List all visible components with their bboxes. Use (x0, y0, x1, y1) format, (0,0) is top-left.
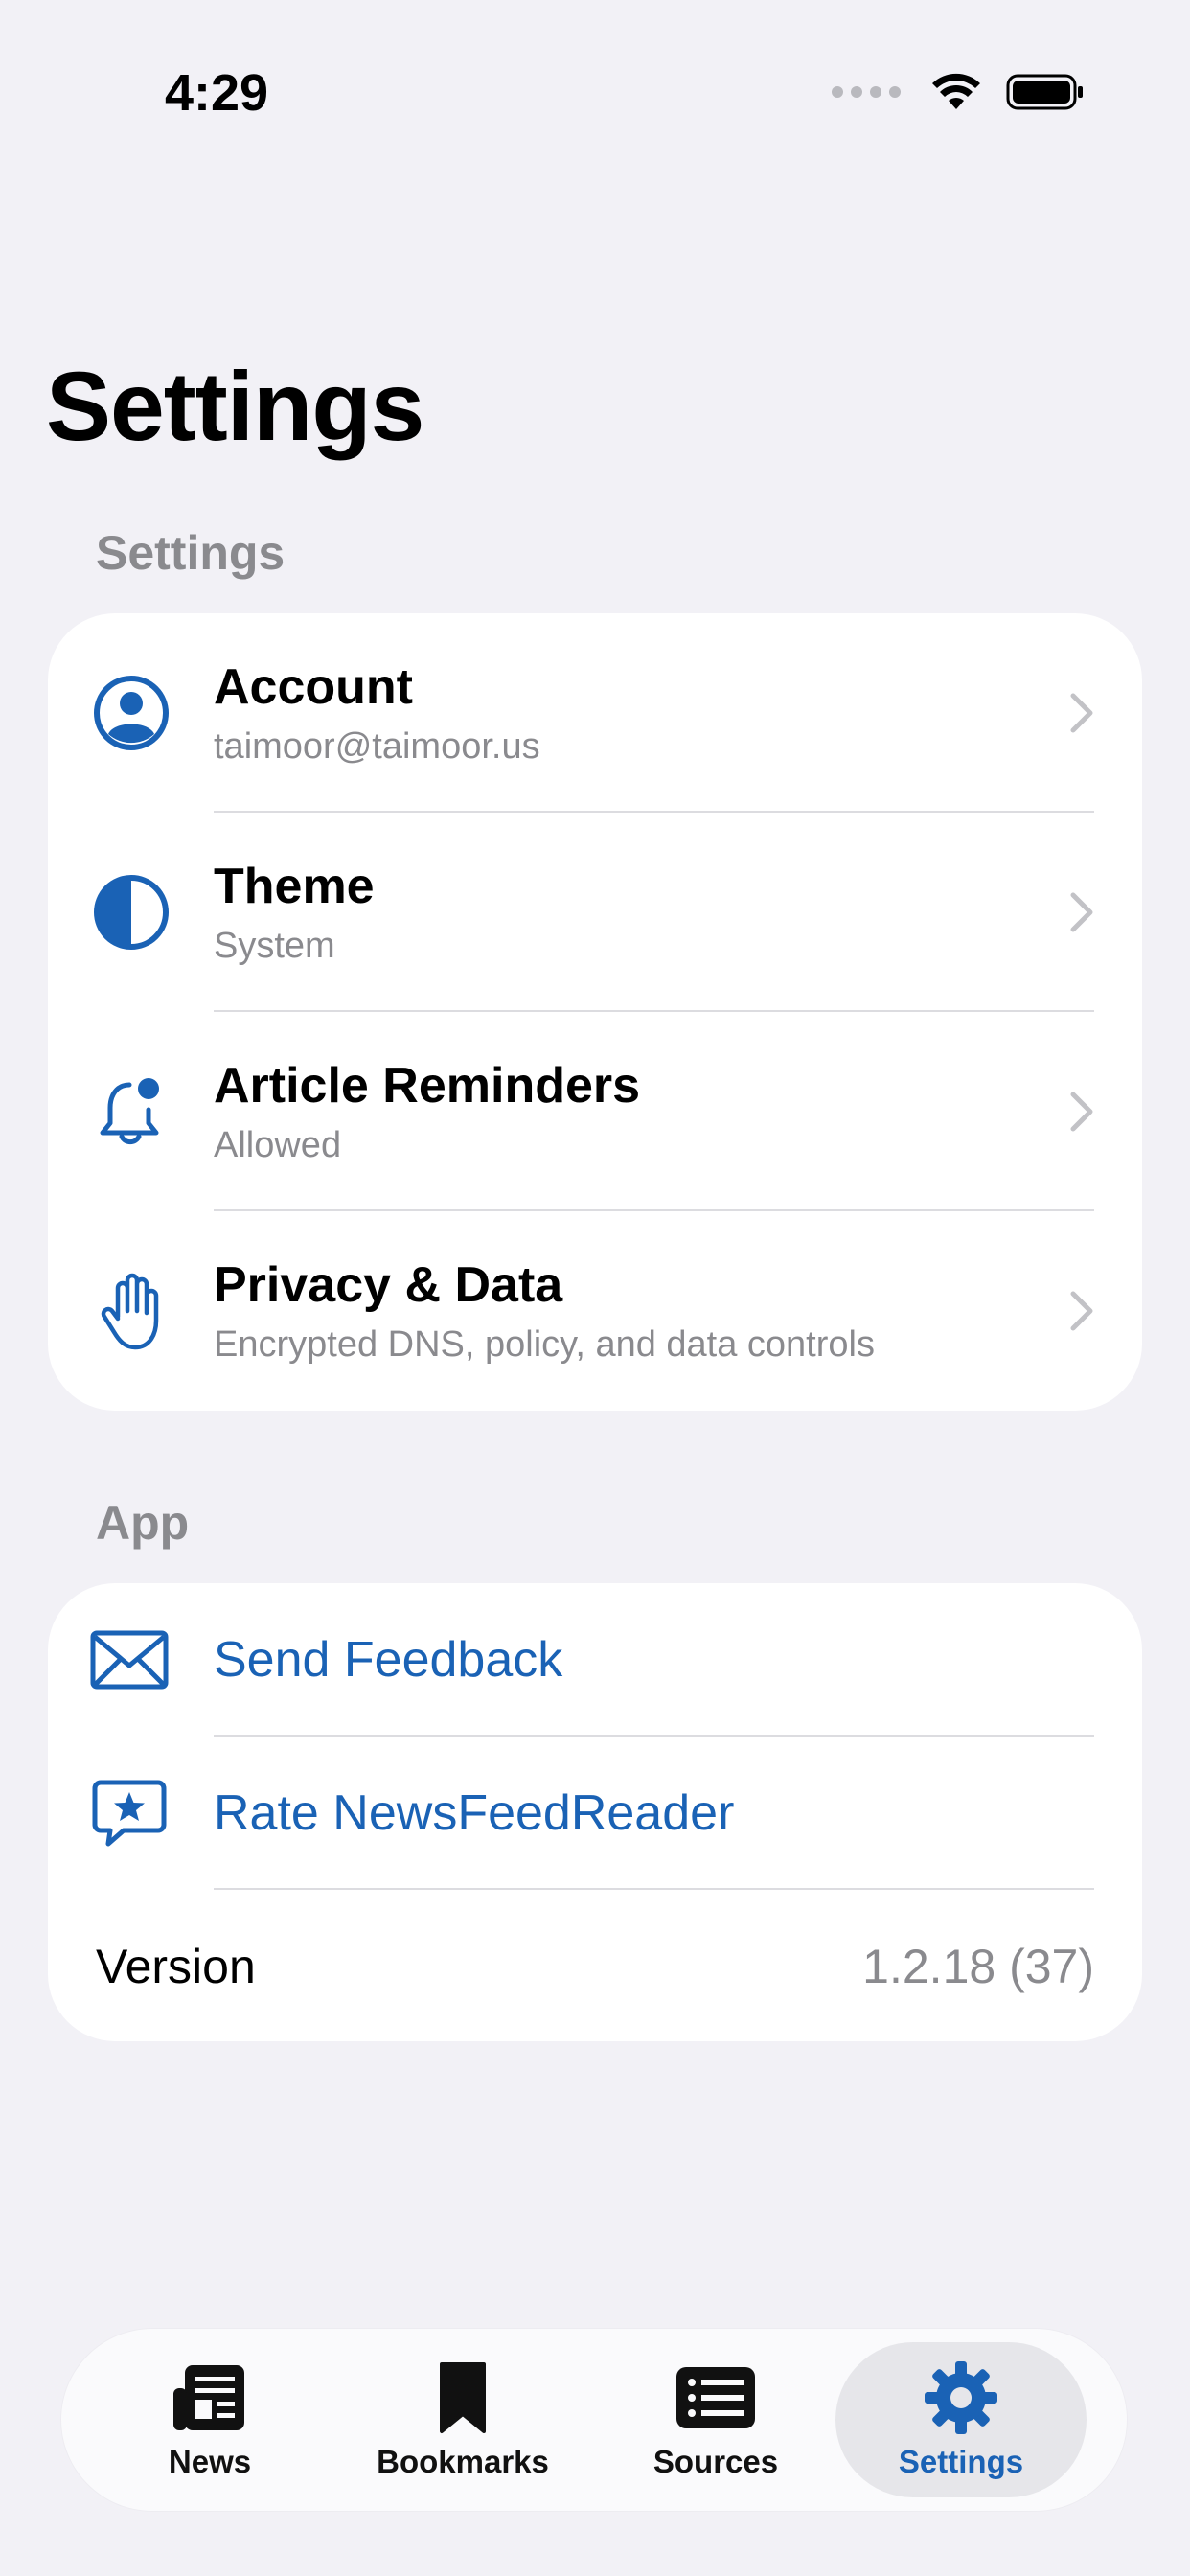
article-reminders-title: Article Reminders (214, 1058, 641, 1114)
tab-news[interactable]: News (84, 2342, 335, 2497)
half-circle-icon (90, 871, 172, 954)
chevron-right-icon (1070, 1291, 1093, 1331)
tab-bookmarks-label: Bookmarks (377, 2444, 549, 2479)
wifi-icon (932, 73, 980, 109)
status-icons (832, 73, 1085, 111)
theme-title: Theme (214, 859, 375, 914)
tab-news-label: News (168, 2444, 252, 2479)
hand-raised-icon (90, 1270, 172, 1352)
tab-bar: News Bookmarks Sources Settings (61, 2329, 1127, 2511)
app-card: Send Feedback Rate NewsFeedReader Versio… (48, 1583, 1142, 2041)
chevron-right-icon (1070, 892, 1093, 932)
privacy-data-title: Privacy & Data (214, 1257, 563, 1313)
gear-icon (918, 2359, 1004, 2436)
send-feedback-row[interactable]: Send Feedback (48, 1583, 1142, 1736)
privacy-data-description: Encrypted DNS, policy, and data controls (214, 1324, 875, 1365)
newspaper-icon (167, 2359, 253, 2436)
bookmark-icon (420, 2359, 506, 2436)
battery-icon (1006, 74, 1083, 110)
tab-bookmarks[interactable]: Bookmarks (337, 2342, 588, 2497)
article-reminders-status: Allowed (214, 1125, 342, 1165)
theme-row[interactable]: Theme System (48, 813, 1142, 1012)
send-feedback-link[interactable]: Send Feedback (214, 1631, 562, 1689)
account-email: taimoor@taimoor.us (214, 726, 540, 767)
rate-app-link[interactable]: Rate NewsFeedReader (214, 1784, 734, 1842)
chevron-right-icon (1070, 1092, 1093, 1132)
list-icon (673, 2359, 759, 2436)
cellular-signal-icon (832, 86, 901, 98)
status-time: 4:29 (165, 64, 269, 122)
section-header-app: App (96, 1496, 190, 1550)
tab-sources-label: Sources (652, 2444, 779, 2479)
page-title: Settings (46, 352, 424, 461)
section-header-settings: Settings (96, 526, 286, 580)
version-value: 1.2.18 (37) (862, 1940, 1094, 1993)
envelope-icon (88, 1619, 171, 1701)
bell-badge-icon (90, 1070, 172, 1153)
version-row: Version 1.2.18 (37) (48, 1890, 1142, 2041)
rate-app-row[interactable]: Rate NewsFeedReader (48, 1736, 1142, 1890)
tab-sources[interactable]: Sources (590, 2342, 841, 2497)
star-bubble-icon (88, 1772, 171, 1854)
theme-value: System (214, 926, 335, 966)
tab-settings[interactable]: Settings (835, 2342, 1087, 2497)
settings-card: Account taimoor@taimoor.us Theme System (48, 613, 1142, 1411)
person-circle-icon (90, 672, 172, 754)
account-title: Account (214, 659, 413, 715)
tab-settings-label: Settings (898, 2444, 1024, 2479)
version-label: Version (96, 1940, 256, 1993)
account-row[interactable]: Account taimoor@taimoor.us (48, 613, 1142, 813)
status-bar: 4:29 (0, 0, 1190, 192)
privacy-data-row[interactable]: Privacy & Data Encrypted DNS, policy, an… (48, 1211, 1142, 1411)
chevron-right-icon (1070, 693, 1093, 733)
article-reminders-row[interactable]: Article Reminders Allowed (48, 1012, 1142, 1211)
